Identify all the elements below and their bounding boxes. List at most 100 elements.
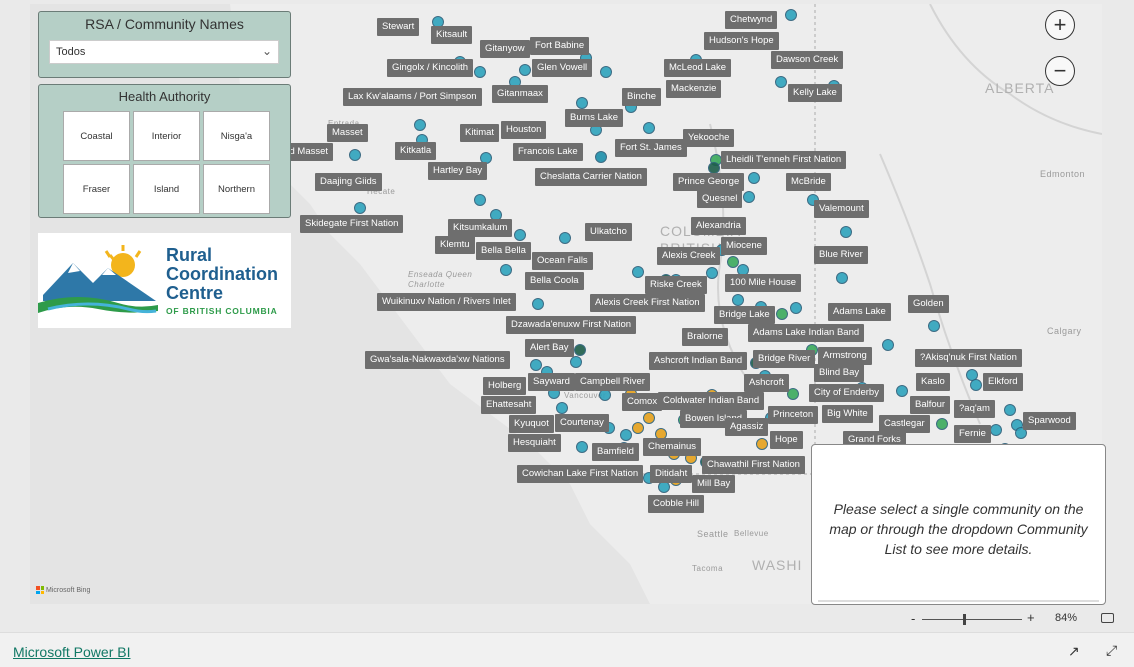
community-label[interactable]: McBride	[786, 173, 831, 191]
community-dot[interactable]	[595, 151, 607, 163]
community-label[interactable]: Skidegate First Nation	[300, 215, 404, 233]
community-label[interactable]: Cowichan Lake First Nation	[517, 465, 644, 483]
community-label[interactable]: Gitanyow	[480, 40, 530, 58]
community-dot[interactable]	[500, 264, 512, 276]
community-label[interactable]: Gingolx / Kincolith	[387, 59, 474, 77]
community-label[interactable]: Ocean Falls	[532, 252, 593, 270]
community-label[interactable]: Sparwood	[1023, 412, 1076, 430]
community-dot[interactable]	[559, 232, 571, 244]
community-label[interactable]: Hartley Bay	[428, 162, 488, 180]
community-label[interactable]: Kitsault	[431, 26, 473, 44]
community-label[interactable]: Fort St. James	[615, 139, 687, 157]
community-label[interactable]: Holberg	[483, 377, 527, 395]
community-label[interactable]: Chawathil First Nation	[702, 456, 805, 474]
community-dot[interactable]	[354, 202, 366, 214]
community-label[interactable]: Gitanmaax	[492, 85, 548, 103]
community-label[interactable]: Blind Bay	[814, 364, 865, 382]
community-label[interactable]: Lax Kw'alaams / Port Simpson	[343, 88, 482, 106]
community-label[interactable]: Alexandria	[691, 217, 746, 235]
community-label[interactable]: Princeton	[768, 406, 819, 424]
community-dot[interactable]	[620, 429, 632, 441]
community-dot[interactable]	[970, 379, 982, 391]
community-label[interactable]: Yekooche	[683, 129, 735, 147]
community-dot[interactable]	[732, 294, 744, 306]
community-label[interactable]: ?Akisq'nuk First Nation	[915, 349, 1022, 367]
community-dot[interactable]	[1004, 404, 1016, 416]
community-label[interactable]: Dawson Creek	[771, 51, 844, 69]
fullscreen-icon[interactable]: ⤢	[1106, 642, 1117, 659]
community-dot[interactable]	[530, 359, 542, 371]
community-dot[interactable]	[836, 272, 848, 284]
community-dot[interactable]	[556, 402, 568, 414]
community-label[interactable]: Kyuquot	[509, 415, 554, 433]
community-label[interactable]: Quesnel	[697, 190, 743, 208]
community-label[interactable]: Campbell River	[575, 373, 650, 391]
community-label[interactable]: Comox	[622, 393, 663, 411]
community-label[interactable]: Bella Coola	[525, 272, 584, 290]
details-scrollbar[interactable]	[818, 600, 1099, 602]
community-label[interactable]: Adams Lake	[828, 303, 891, 321]
community-label[interactable]: Burns Lake	[565, 109, 624, 127]
community-label[interactable]: Cheslatta Carrier Nation	[535, 168, 647, 186]
community-dot[interactable]	[632, 422, 644, 434]
community-label[interactable]: Lheidli T'enneh First Nation	[721, 151, 847, 169]
community-label[interactable]: Sayward	[528, 373, 575, 391]
community-label[interactable]: Kitkatla	[395, 142, 437, 160]
community-label[interactable]: Adams Lake Indian Band	[748, 324, 865, 342]
community-dot[interactable]	[519, 64, 531, 76]
share-icon[interactable]: ↗	[1068, 643, 1080, 660]
community-label[interactable]: Agassiz	[725, 418, 769, 436]
community-dot[interactable]	[514, 229, 526, 241]
community-dot[interactable]	[840, 226, 852, 238]
community-label[interactable]: Valemount	[814, 200, 869, 218]
community-dot[interactable]	[928, 320, 940, 332]
community-dot[interactable]	[776, 308, 788, 320]
ha-button-interior[interactable]: Interior	[133, 111, 200, 161]
community-label[interactable]: Alert Bay	[525, 339, 574, 357]
community-label[interactable]: Ashcroft	[744, 374, 789, 392]
community-label[interactable]: Stewart	[377, 18, 420, 36]
community-label[interactable]: Fort Babine	[530, 37, 590, 55]
community-label[interactable]: Mill Bay	[692, 475, 736, 493]
community-dot[interactable]	[632, 266, 644, 278]
community-label[interactable]: Riske Creek	[645, 276, 707, 294]
community-label[interactable]: Glen Vowell	[532, 59, 593, 77]
community-label[interactable]: Daajing Giids	[315, 173, 382, 191]
ha-button-northern[interactable]: Northern	[203, 164, 270, 214]
community-label[interactable]: Bridge Lake	[714, 306, 775, 324]
community-label[interactable]: Bridge River	[753, 350, 816, 368]
page-zoom-in-button[interactable]: +	[1027, 610, 1035, 625]
community-label[interactable]: Hudson's Hope	[704, 32, 779, 50]
community-dot[interactable]	[706, 267, 718, 279]
community-label[interactable]: Houston	[501, 121, 547, 139]
community-dot[interactable]	[474, 66, 486, 78]
community-label[interactable]: Hope	[770, 431, 803, 449]
zoom-in-button[interactable]: +	[1045, 10, 1075, 40]
community-label[interactable]: Kitimat	[460, 124, 500, 142]
ha-button-fraser[interactable]: Fraser	[63, 164, 130, 214]
community-label[interactable]: Bella Bella	[476, 242, 531, 260]
community-label[interactable]: Blue River	[814, 246, 868, 264]
community-label[interactable]: Kitsumkalum	[448, 219, 513, 237]
community-label[interactable]: Hesquiaht	[508, 434, 561, 452]
community-label[interactable]: Coldwater Indian Band	[658, 392, 765, 410]
zoom-out-button[interactable]: −	[1045, 56, 1075, 86]
page-zoom-slider-track[interactable]	[922, 619, 1022, 620]
community-label[interactable]: Dzawada'enuxw First Nation	[506, 316, 637, 334]
community-label[interactable]: Francois Lake	[513, 143, 583, 161]
community-dot[interactable]	[756, 438, 768, 450]
community-dot[interactable]	[882, 339, 894, 351]
community-dot[interactable]	[748, 172, 760, 184]
community-label[interactable]: Golden	[908, 295, 949, 313]
powerbi-link[interactable]: Microsoft Power BI	[13, 644, 130, 660]
community-dot[interactable]	[896, 385, 908, 397]
community-label[interactable]: Armstrong	[818, 347, 872, 365]
community-label[interactable]: Klemtu	[435, 236, 475, 254]
community-label[interactable]: Kaslo	[916, 373, 950, 391]
community-label[interactable]: Bralorne	[682, 328, 728, 346]
community-label[interactable]: Alexis Creek First Nation	[590, 294, 705, 312]
community-dot[interactable]	[576, 97, 588, 109]
community-label[interactable]: McLeod Lake	[664, 59, 732, 77]
community-label[interactable]: Ashcroft Indian Band	[649, 352, 748, 370]
community-dot[interactable]	[790, 302, 802, 314]
